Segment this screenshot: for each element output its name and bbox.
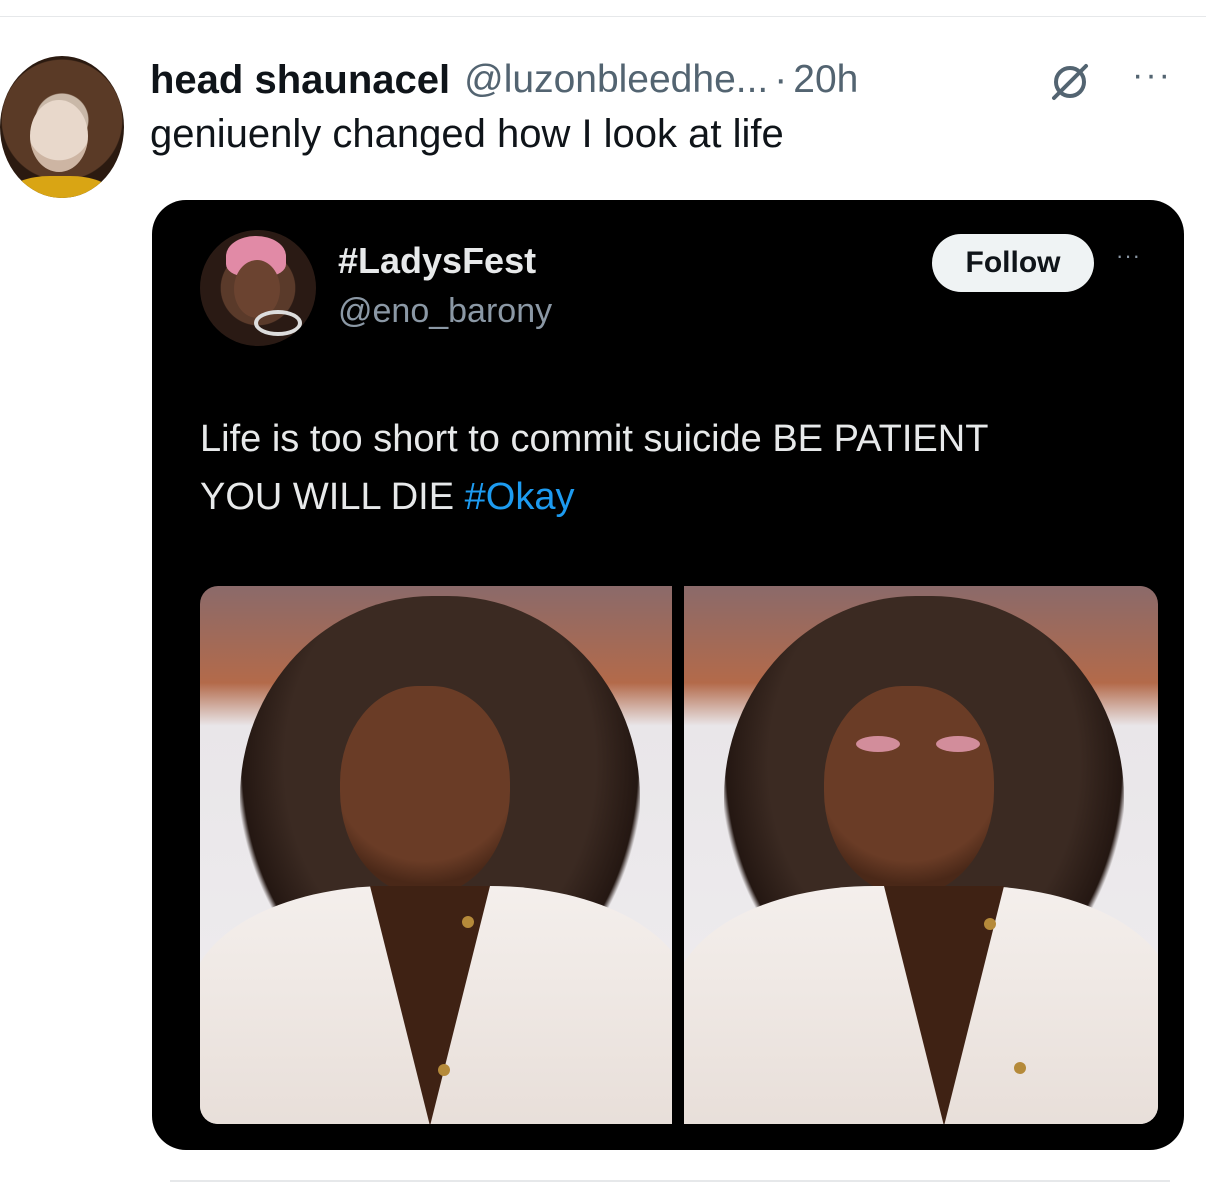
quoted-display-name[interactable]: #LadysFest bbox=[338, 240, 536, 282]
quoted-author-avatar[interactable] bbox=[200, 230, 316, 346]
tweet-text: geniuenly changed how I look at life bbox=[150, 112, 784, 156]
separator-dot: · bbox=[774, 58, 788, 101]
quoted-tweet-text: Life is too short to commit suicide BE P… bbox=[200, 410, 1150, 526]
top-divider bbox=[0, 16, 1206, 17]
quoted-image-right[interactable] bbox=[684, 586, 1158, 1124]
quoted-handle[interactable]: @eno_barony bbox=[338, 292, 552, 331]
quoted-more-icon[interactable]: ··· bbox=[1116, 244, 1141, 268]
tweet-header: head shaunacel @luzonbleedhe... · 20h bbox=[150, 50, 858, 110]
bottom-divider bbox=[170, 1180, 1170, 1182]
author-display-name[interactable]: head shaunacel bbox=[150, 58, 450, 103]
follow-button[interactable]: Follow bbox=[932, 234, 1094, 292]
more-icon[interactable]: ··· bbox=[1132, 58, 1172, 92]
author-handle[interactable]: @luzonbleedhe... bbox=[464, 58, 768, 102]
quoted-tweet-card[interactable]: #LadysFest @eno_barony Follow ··· Life i… bbox=[152, 200, 1184, 1150]
author-avatar[interactable] bbox=[0, 56, 124, 198]
quoted-text-line-1: Life is too short to commit suicide BE P… bbox=[200, 418, 989, 460]
tweet-timestamp[interactable]: 20h bbox=[793, 58, 858, 102]
grok-icon[interactable] bbox=[1046, 58, 1094, 106]
quoted-text-line-2: YOU WILL DIE #Okay bbox=[200, 468, 1150, 526]
quoted-image-left[interactable] bbox=[200, 586, 672, 1124]
hashtag-link[interactable]: #Okay bbox=[465, 476, 575, 518]
quoted-text-line-2-prefix: YOU WILL DIE bbox=[200, 476, 465, 518]
